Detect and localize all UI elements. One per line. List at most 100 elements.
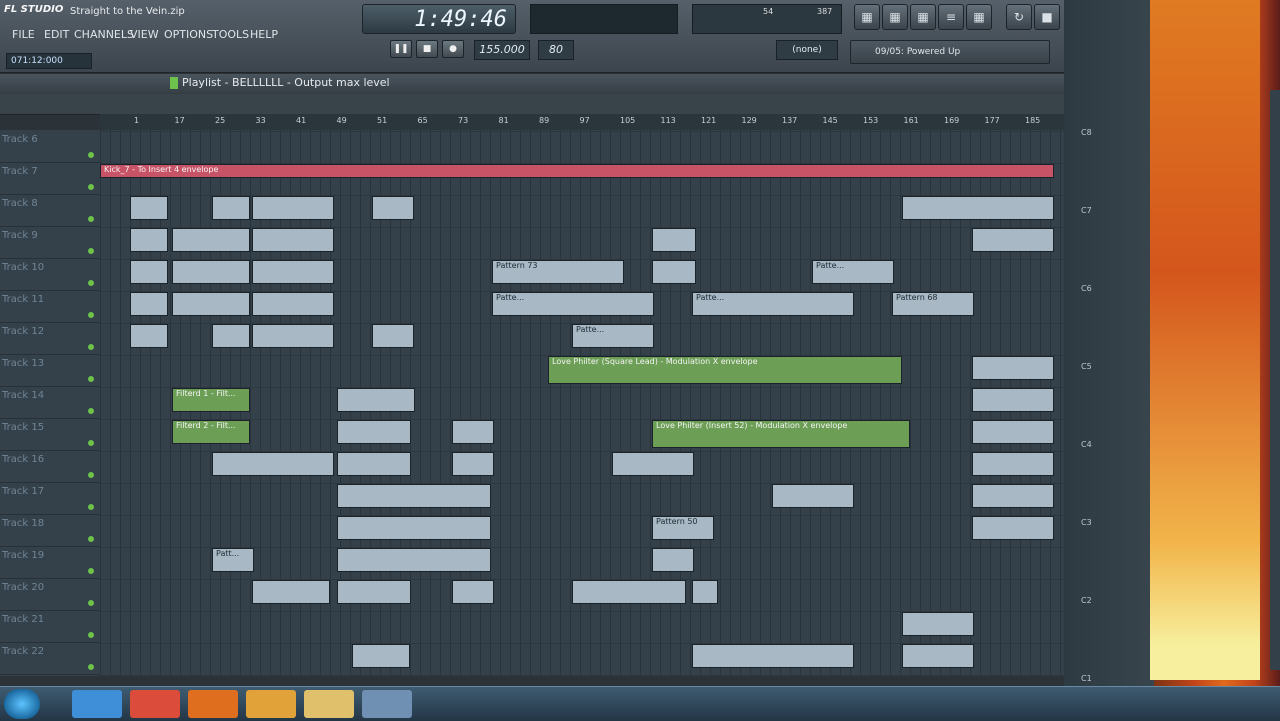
pattern-clip[interactable] (972, 356, 1054, 380)
track-header[interactable]: Track 21 (0, 610, 100, 643)
pattern-clip[interactable] (252, 580, 330, 604)
pattern-clip[interactable] (130, 260, 168, 284)
track-header[interactable]: Track 17 (0, 482, 100, 515)
playlist-titlebar[interactable] (0, 74, 1064, 95)
pattern-clip[interactable] (612, 452, 694, 476)
track-mute-led[interactable] (88, 152, 94, 158)
pattern-clip[interactable] (652, 228, 696, 252)
track-header[interactable]: Track 13 (0, 354, 100, 387)
pattern-clip[interactable] (972, 484, 1054, 508)
pattern-clip[interactable] (337, 516, 491, 540)
pattern-clip[interactable]: Pattern 73 (492, 260, 624, 284)
menu-channels[interactable]: CHANNELS (74, 28, 134, 44)
track-header[interactable]: Track 6 (0, 130, 100, 163)
menu-tools[interactable]: TOOLS (212, 28, 249, 44)
pattern-clip[interactable] (902, 644, 974, 668)
chrome-icon[interactable] (130, 690, 180, 718)
pattern-clip[interactable] (252, 324, 334, 348)
start-button[interactable] (4, 689, 40, 719)
track-mute-led[interactable] (88, 664, 94, 670)
pattern-clip[interactable] (572, 580, 686, 604)
pattern-number[interactable]: 80 (538, 40, 574, 60)
automation-clip[interactable]: Filterd 1 - Filt... (172, 388, 250, 412)
pattern-clip[interactable] (212, 324, 250, 348)
pattern-clip[interactable] (252, 228, 334, 252)
pattern-clip[interactable]: Patte... (572, 324, 654, 348)
stop-button[interactable]: ■ (416, 40, 438, 58)
menu-help[interactable]: HELP (250, 28, 278, 44)
track-mute-led[interactable] (88, 536, 94, 542)
pattern-clip[interactable]: Pattern 50 (652, 516, 714, 540)
pattern-clip[interactable]: Patt... (212, 548, 254, 572)
track-mute-led[interactable] (88, 216, 94, 222)
vertical-scrollbar[interactable] (1270, 90, 1280, 670)
song-time-display[interactable]: 1:49:46 (362, 4, 516, 34)
ie-icon[interactable] (72, 690, 122, 718)
pattern-clip[interactable] (972, 228, 1054, 252)
track-mute-led[interactable] (88, 248, 94, 254)
track-mute-led[interactable] (88, 280, 94, 286)
reset-icon[interactable]: ↻ (1006, 4, 1032, 30)
automation-clip[interactable]: Filterd 2 - Filt... (172, 420, 250, 444)
playlist-grid[interactable]: Kick_7 - To Insert 4 envelope Pattern 73 P… (100, 130, 1064, 676)
track-header[interactable]: Track 14 (0, 386, 100, 419)
pattern-clip[interactable] (212, 196, 250, 220)
track-header[interactable]: Track 22 (0, 642, 100, 675)
track-header[interactable]: Track 10 (0, 258, 100, 291)
explorer-icon[interactable] (304, 690, 354, 718)
pattern-clip[interactable] (452, 452, 494, 476)
pattern-clip[interactable] (252, 260, 334, 284)
pattern-clip[interactable] (652, 260, 696, 284)
menu-file[interactable]: FILE (12, 28, 35, 44)
pattern-clip[interactable] (902, 196, 1054, 220)
pattern-clip[interactable] (172, 260, 250, 284)
menu-view[interactable]: VIEW (130, 28, 159, 44)
track-mute-led[interactable] (88, 408, 94, 414)
track-header[interactable]: Track 19 (0, 546, 100, 579)
pattern-clip[interactable] (130, 292, 168, 316)
automation-clip[interactable]: Kick_7 - To Insert 4 envelope (100, 164, 1054, 178)
pattern-clip[interactable] (372, 196, 414, 220)
track-mute-led[interactable] (88, 376, 94, 382)
flstudio-icon[interactable] (246, 690, 296, 718)
pattern-clip[interactable] (130, 324, 168, 348)
channel-rack-icon[interactable]: ▦ (910, 4, 936, 30)
track-header[interactable]: Track 16 (0, 450, 100, 483)
menu-options[interactable]: OPTIONS (164, 28, 213, 44)
pattern-clip[interactable] (972, 388, 1054, 412)
pattern-clip[interactable]: Pattern 68 (892, 292, 974, 316)
pattern-clip[interactable] (172, 228, 250, 252)
mixer-icon[interactable]: ≡ (938, 4, 964, 30)
pattern-clip[interactable] (337, 484, 491, 508)
playlist-icon[interactable]: ▦ (854, 4, 880, 30)
piano-roll-icon[interactable]: ▦ (882, 4, 908, 30)
pattern-clip[interactable]: Patte... (812, 260, 894, 284)
pattern-clip[interactable] (902, 612, 974, 636)
track-header[interactable]: Track 15 (0, 418, 100, 451)
track-header[interactable]: Track 7 (0, 162, 100, 195)
pattern-clip[interactable] (252, 292, 334, 316)
pattern-clip[interactable] (972, 516, 1054, 540)
mixer-target[interactable]: (none) (776, 40, 838, 60)
track-mute-led[interactable] (88, 568, 94, 574)
pattern-clip[interactable]: Patte... (692, 292, 854, 316)
automation-clip[interactable]: Love Philter (Square Lead) - Modulation … (548, 356, 902, 384)
track-mute-led[interactable] (88, 472, 94, 478)
pattern-clip[interactable] (972, 420, 1054, 444)
pattern-clip[interactable] (372, 324, 414, 348)
pattern-clip[interactable] (337, 580, 411, 604)
pattern-clip[interactable] (130, 228, 168, 252)
pattern-clip[interactable] (130, 196, 168, 220)
pattern-clip[interactable] (692, 644, 854, 668)
paint-icon[interactable] (362, 690, 412, 718)
firefox-icon[interactable] (188, 690, 238, 718)
view-icon[interactable]: ■ (1034, 4, 1060, 30)
pattern-clip[interactable] (172, 292, 250, 316)
track-mute-led[interactable] (88, 344, 94, 350)
pattern-clip[interactable] (337, 452, 411, 476)
pattern-clip[interactable] (452, 580, 494, 604)
pattern-clip[interactable] (252, 196, 334, 220)
pattern-clip[interactable] (972, 452, 1054, 476)
pattern-clip[interactable]: Patte... (492, 292, 654, 316)
pattern-clip[interactable] (212, 452, 334, 476)
